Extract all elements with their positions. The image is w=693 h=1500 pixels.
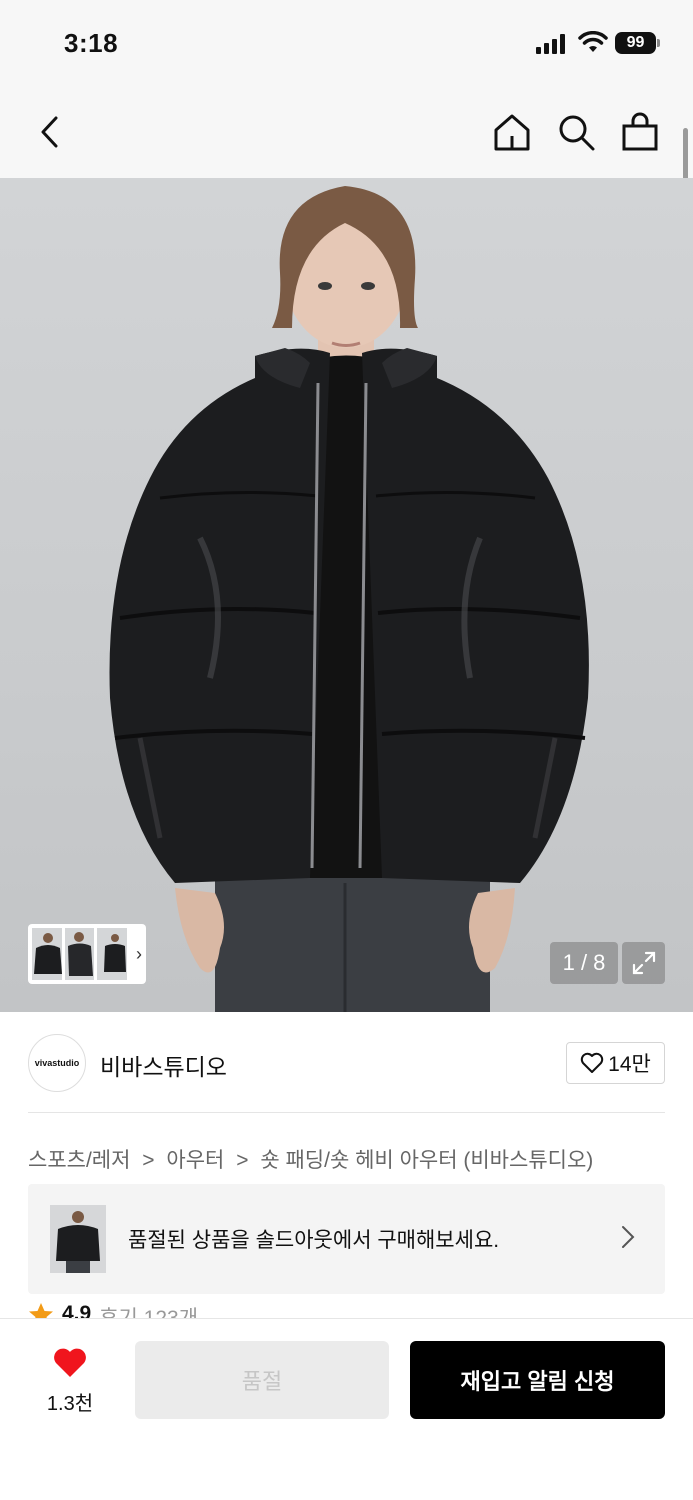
wishlist-button[interactable]: 1.3천 bbox=[34, 1343, 106, 1415]
brand-row[interactable]: vivastudio 비바스튜디오 14만 bbox=[28, 1030, 665, 1096]
search-button[interactable] bbox=[552, 108, 600, 156]
breadcrumb-item[interactable]: 아우터 bbox=[166, 1149, 224, 1172]
thumbnail-image bbox=[32, 928, 62, 980]
thumbnail-3[interactable] bbox=[97, 928, 128, 980]
status-bar: 3:18 99 bbox=[0, 0, 693, 88]
breadcrumb: 스포츠/레저 > 아우터 > 숏 패딩/숏 헤비 아우터 (비바스튜디오) bbox=[28, 1144, 593, 1174]
home-icon bbox=[494, 114, 530, 151]
nav-bar bbox=[0, 88, 693, 178]
star-icon bbox=[29, 1303, 53, 1318]
battery-tip bbox=[657, 39, 660, 47]
thumbnail-strip[interactable]: › bbox=[28, 924, 146, 984]
brand-like-count: 14만 bbox=[608, 1053, 651, 1076]
thumbnail-chevron-right-icon[interactable]: › bbox=[136, 944, 142, 965]
cellular-signal-icon bbox=[536, 34, 565, 54]
breadcrumb-separator: > bbox=[236, 1149, 249, 1172]
breadcrumb-item[interactable]: 스포츠/레저 bbox=[28, 1149, 130, 1172]
brand-like-button[interactable]: 14만 bbox=[566, 1042, 665, 1084]
review-summary[interactable]: 4.9 후기 123개 bbox=[28, 1302, 665, 1318]
heart-filled-icon bbox=[54, 1348, 86, 1377]
breadcrumb-separator: > bbox=[142, 1149, 155, 1172]
chevron-right-icon bbox=[622, 1226, 635, 1248]
soldout-banner[interactable]: 품절된 상품을 솔드아웃에서 구매해보세요. bbox=[28, 1184, 665, 1294]
soldout-product-thumbnail bbox=[50, 1205, 106, 1273]
divider bbox=[28, 1112, 665, 1113]
search-icon bbox=[559, 115, 595, 151]
wishlist-count: 1.3천 bbox=[46, 1393, 94, 1415]
thumbnail-image bbox=[64, 928, 95, 980]
expand-image-button[interactable] bbox=[622, 942, 665, 984]
brand-name[interactable]: 비바스튜디오 bbox=[100, 1048, 227, 1082]
soldout-button[interactable]: 품절 bbox=[135, 1341, 389, 1419]
shopping-bag-button[interactable] bbox=[616, 108, 664, 156]
breadcrumb-item[interactable]: 숏 패딩/숏 헤비 아우터 (비바스튜디오) bbox=[260, 1149, 593, 1172]
shopping-bag-icon bbox=[622, 112, 658, 151]
battery-level: 99 bbox=[615, 32, 656, 54]
product-image-gallery[interactable]: › 1 / 8 bbox=[0, 178, 693, 1012]
back-icon bbox=[41, 116, 58, 148]
battery-indicator: 99 bbox=[615, 32, 661, 54]
bottom-action-bar: 1.3천 품절 재입고 알림 신청 bbox=[0, 1318, 693, 1500]
restock-notification-button[interactable]: 재입고 알림 신청 bbox=[410, 1341, 665, 1419]
soldout-thumbnail-image bbox=[50, 1205, 106, 1273]
expand-icon bbox=[632, 951, 655, 975]
review-rating: 4.9 bbox=[62, 1302, 92, 1318]
heart-outline-icon bbox=[580, 1052, 604, 1073]
thumbnail-1[interactable] bbox=[32, 928, 62, 980]
home-button[interactable] bbox=[488, 108, 536, 156]
status-time: 3:18 bbox=[64, 28, 119, 58]
thumbnail-image bbox=[97, 928, 128, 980]
wifi-icon bbox=[578, 31, 608, 52]
brand-logo[interactable]: vivastudio bbox=[28, 1034, 86, 1092]
thumbnail-2[interactable] bbox=[64, 928, 95, 980]
soldout-banner-text: 품절된 상품을 솔드아웃에서 구매해보세요. bbox=[128, 1229, 500, 1252]
image-page-counter: 1 / 8 bbox=[550, 942, 618, 984]
product-photo bbox=[109, 186, 589, 1012]
back-button[interactable] bbox=[26, 108, 74, 156]
review-count[interactable]: 후기 123개 bbox=[99, 1302, 198, 1318]
